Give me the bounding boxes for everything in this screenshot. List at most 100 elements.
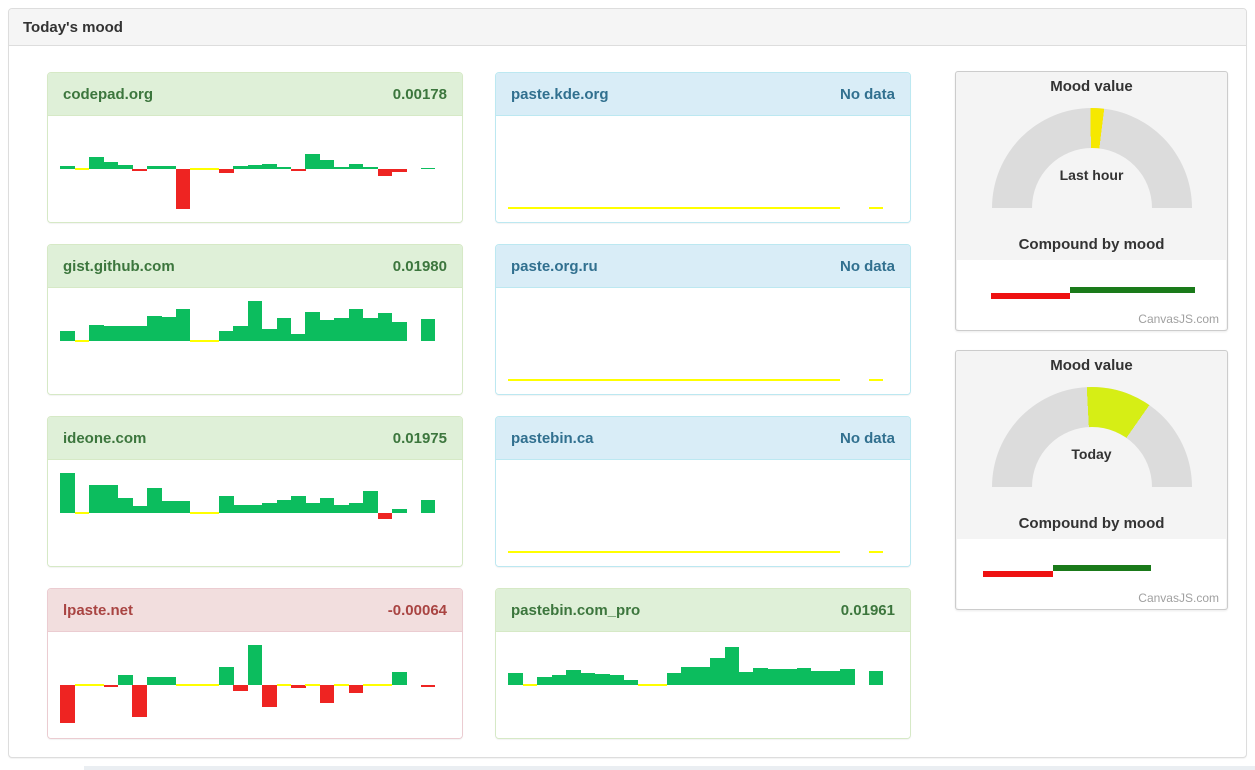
zero-line-segment <box>205 512 220 514</box>
zero-line-segment <box>768 207 783 209</box>
zero-line-segment <box>797 551 812 553</box>
positive-bar <box>147 316 162 341</box>
zero-line-segment <box>595 207 610 209</box>
zero-line-segment <box>638 551 653 553</box>
positive-bar <box>797 668 812 685</box>
zero-line-segment <box>638 684 653 686</box>
positive-bar <box>89 485 104 513</box>
zero-line-segment <box>725 207 740 209</box>
bar-chart <box>48 460 462 566</box>
positive-bar <box>147 677 162 685</box>
zero-line-segment <box>768 379 783 381</box>
zero-line-segment <box>523 551 538 553</box>
negative-bar <box>60 685 75 723</box>
zero-line-segment <box>710 207 725 209</box>
positive-bar <box>667 673 682 685</box>
positive-bar <box>277 318 292 341</box>
positive-bar <box>305 503 320 513</box>
positive-bar <box>60 166 75 169</box>
panel-value: No data <box>840 258 895 275</box>
zero-line-segment <box>75 512 90 514</box>
positive-bar <box>710 658 725 685</box>
negative-bar <box>349 685 364 693</box>
positive-bar <box>161 166 176 169</box>
negative-bar <box>132 169 147 171</box>
positive-bar <box>219 667 234 685</box>
zero-line-segment <box>811 379 826 381</box>
positive-bar <box>363 318 378 341</box>
panel-codepad-org: codepad.org 0.00178 <box>47 72 463 223</box>
panel-value: 0.01980 <box>393 258 447 275</box>
zero-line-segment <box>739 551 754 553</box>
positive-bar <box>248 165 263 169</box>
positive-bar <box>248 505 263 513</box>
positive-bar <box>392 672 407 685</box>
zero-line-segment <box>638 379 653 381</box>
positive-bar <box>566 670 581 685</box>
page-title: Today's mood <box>23 19 123 36</box>
positive-bar <box>363 491 378 513</box>
zero-line-segment <box>696 551 711 553</box>
negative-bar <box>392 169 407 172</box>
zero-line-segment <box>205 168 220 170</box>
panel-header: pastebin.ca No data <box>496 417 910 460</box>
positive-bar <box>624 680 639 685</box>
zero-line-segment <box>797 379 812 381</box>
positive-bar <box>248 301 263 341</box>
positive-bar <box>262 164 277 169</box>
zero-line-segment <box>869 379 884 381</box>
positive-bar <box>277 500 292 513</box>
positive-bar <box>176 309 191 341</box>
panel-header: codepad.org 0.00178 <box>48 73 462 116</box>
positive-bar <box>826 671 841 685</box>
positive-bar <box>262 503 277 513</box>
zero-line-segment <box>710 551 725 553</box>
zero-line-segment <box>869 207 884 209</box>
negative-bar <box>291 169 306 171</box>
zero-line-segment <box>609 207 624 209</box>
zero-line-segment <box>523 207 538 209</box>
positive-bar <box>233 326 248 341</box>
bar-chart <box>496 288 910 394</box>
zero-line-segment <box>826 379 841 381</box>
panel-header: lpaste.net -0.00064 <box>48 589 462 632</box>
zero-line-segment <box>667 379 682 381</box>
zero-line-segment <box>508 551 523 553</box>
zero-line-segment <box>537 207 552 209</box>
zero-line-segment <box>580 379 595 381</box>
bar-chart <box>48 632 462 738</box>
zero-line-segment <box>653 207 668 209</box>
positive-bar <box>60 331 75 341</box>
positive-bar <box>334 167 349 169</box>
zero-line-segment <box>595 551 610 553</box>
canvasjs-watermark[interactable]: CanvasJS.com <box>1138 591 1219 605</box>
zero-line-segment <box>75 684 90 686</box>
panel-header: pastebin.com_pro 0.01961 <box>496 589 910 632</box>
zero-line-segment <box>624 207 639 209</box>
zero-line-segment <box>609 551 624 553</box>
gauge-card-today: Mood value Today Compound by mood Canvas… <box>955 350 1228 610</box>
zero-line-segment <box>710 379 725 381</box>
canvasjs-watermark[interactable]: CanvasJS.com <box>1138 312 1219 326</box>
zero-line-segment <box>725 379 740 381</box>
positive-bar <box>176 501 191 513</box>
positive-bar <box>739 672 754 685</box>
positive-bar <box>320 160 335 169</box>
positive-bar <box>305 312 320 341</box>
zero-line-segment <box>595 379 610 381</box>
gauge-title: Mood value <box>956 357 1227 374</box>
negative-bar <box>421 685 436 687</box>
positive-bar <box>349 164 364 169</box>
panel-value: No data <box>840 86 895 103</box>
zero-line-segment <box>782 551 797 553</box>
positive-bar <box>392 509 407 513</box>
panel-paste-kde-org: paste.kde.org No data <box>495 72 911 223</box>
panel-value: 0.01961 <box>841 602 895 619</box>
positive-bar <box>233 166 248 169</box>
todays-mood-panel: Today's mood codepad.org 0.00178 gist.gi… <box>8 8 1247 758</box>
panel-paste-org-ru: paste.org.ru No data <box>495 244 911 395</box>
negative-bar <box>219 169 234 173</box>
zero-line-segment <box>638 207 653 209</box>
zero-line-segment <box>378 684 393 686</box>
positive-bar <box>378 313 393 341</box>
